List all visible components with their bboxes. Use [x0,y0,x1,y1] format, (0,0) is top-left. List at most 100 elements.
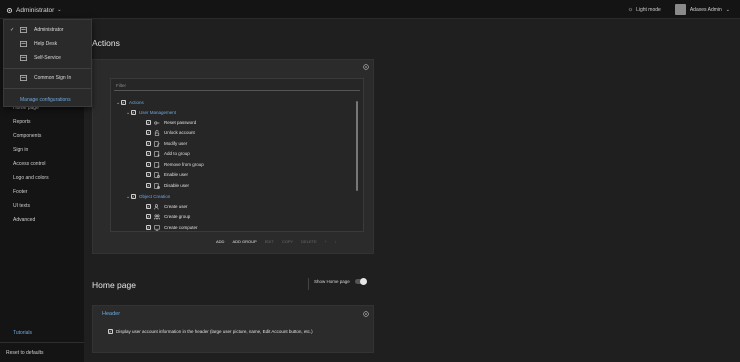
reset-to-defaults-button[interactable]: Reset to defaults [6,350,44,356]
sidebar-item-components[interactable]: Components [13,133,41,139]
app-switcher-button[interactable]: Administrator ⌄ [6,5,62,15]
delete-button[interactable]: DELETE [301,239,317,244]
tree-node-label: Actions [129,100,144,105]
checkbox-checked[interactable]: ✓ [121,100,126,105]
tree-node-label: Enable user [164,172,189,177]
sidebar-item-access-control[interactable]: Access control [13,161,46,167]
remove-from-group-icon [154,161,160,168]
disable-user-icon [154,182,160,189]
tree-leaf-create-computer[interactable]: ✓ Create computer [146,223,198,232]
menu-divider [4,68,91,69]
app-config-icon [20,27,27,33]
sidebar-item-advanced[interactable]: Advanced [13,217,35,223]
tree-node-label: Disable user [164,183,190,188]
toggle-divider [308,278,309,290]
edit-button[interactable]: EDIT [265,239,274,244]
user-menu[interactable]: Adaxes Admin ⌄ [674,4,730,15]
edit-user-icon [154,140,160,147]
filter-input[interactable]: Filter [114,80,360,91]
tree-leaf-create-user[interactable]: ✓ Create user [146,202,188,211]
checkbox-checked[interactable]: ✓ [146,141,151,146]
settings-icon[interactable] [363,64,369,70]
checkbox-checked[interactable]: ✓ [146,183,151,188]
display-user-info-label: Display user account information in the … [116,329,313,334]
tree-leaf-remove-from-group[interactable]: ✓ Remove from group [146,160,204,169]
menu-item-help-desk[interactable]: Help Desk [4,38,91,50]
sidebar-item-ui-texts[interactable]: UI texts [13,203,30,209]
checkbox-checked[interactable]: ✓ [146,162,151,167]
header-panel-title: Header [102,311,121,317]
light-mode-label: Light mode [636,6,661,13]
menu-item-self-service[interactable]: Self-Service [4,52,91,64]
tree-node-user-management[interactable]: ⌄ ✓ User Management [126,108,176,117]
checkmark-icon: ✓ [10,27,15,33]
gear-icon [6,7,13,13]
create-user-icon [154,203,159,209]
tree-leaf-reset-password[interactable]: ✓ Reset password [146,118,196,127]
sidebar-item-footer[interactable]: Footer [13,189,27,195]
unlock-icon [154,129,160,136]
tree-leaf-add-to-group[interactable]: ✓ Add to group [146,149,190,158]
tree-node-label: Remove from group [164,162,204,167]
sun-icon: ☼ [627,6,634,13]
tree-node-label: Create user [164,204,188,209]
settings-icon[interactable] [363,311,369,317]
copy-button[interactable]: COPY [282,239,293,244]
checkbox-checked[interactable]: ✓ [146,120,151,125]
checkbox-checked[interactable]: ✓ [146,151,151,156]
checkbox-checked[interactable]: ✓ [108,329,113,334]
tree-node-label: Unlock account [164,130,195,135]
tree-leaf-disable-user[interactable]: ✓ Disable user [146,181,189,190]
light-mode-toggle[interactable]: ☼ Light mode [628,7,661,13]
display-user-info-row[interactable]: ✓ Display user account information in th… [108,327,313,336]
tree-leaf-enable-user[interactable]: ✓ Enable user [146,170,188,179]
tutorials-link[interactable]: Tutorials [13,330,32,336]
app-config-icon [20,55,27,61]
checkbox-checked[interactable]: ✓ [131,194,136,199]
checkbox-checked[interactable]: ✓ [146,172,151,177]
home-page-section-title: Home page [92,280,136,290]
manage-configurations-link[interactable]: Manage configurations [20,97,71,103]
checkbox-checked[interactable]: ✓ [146,130,151,135]
tree-node-label: Add to group [164,151,190,156]
app-config-icon [20,75,27,81]
menu-item-label: Self-Service [34,55,61,61]
checkbox-checked[interactable]: ✓ [146,225,151,230]
checkbox-checked[interactable]: ✓ [131,110,136,115]
tree-leaf-modify-user[interactable]: ✓ Modify user [146,139,187,148]
top-bar: Administrator ⌄ ☼ Light mode Adaxes Admi… [0,0,740,19]
menu-item-label: Help Desk [34,41,58,47]
tree-node-actions[interactable]: ⌄ ✓ Actions [116,98,144,107]
move-down-button[interactable]: ↓ [335,239,337,244]
menu-item-administrator[interactable]: ✓ Administrator [4,24,91,36]
show-home-page-toggle-row: Show Home page [314,278,367,285]
menu-item-common-sign-in[interactable]: Common Sign In [4,72,91,84]
tree-node-label: Modify user [164,141,188,146]
chevron-down-icon: ⌄ [725,6,730,13]
create-computer-icon [154,224,160,231]
tree-node-label: Object Creation [139,194,171,199]
tree-node-object-creation[interactable]: ⌄ ✓ Object Creation [126,192,170,201]
move-up-button[interactable]: ↑ [325,239,327,244]
app-switcher-menu: ✓ Administrator Help Desk Self-Service C… [3,19,92,107]
sidebar-item-logo-and-colors[interactable]: Logo and colors [13,175,49,181]
add-button[interactable]: ADD [216,239,224,244]
actions-toolbar: ADD ADD GROUP EDIT COPY DELETE ↑ ↓ [216,237,337,245]
enable-user-icon [154,171,160,178]
tree-leaf-create-group[interactable]: ✓ Create group [146,212,190,221]
app-config-icon [20,41,27,47]
tree-leaf-unlock-account[interactable]: ✓ Unlock account [146,128,195,137]
sidebar-item-reports[interactable]: Reports [13,119,31,125]
checkbox-checked[interactable]: ✓ [146,204,151,209]
tree-scrollbar[interactable] [356,101,358,191]
menu-divider [4,88,91,89]
tree-node-label: Reset password [164,120,197,125]
menu-item-label: Common Sign In [34,75,72,81]
app-title: Administrator [16,6,55,14]
user-name: Adaxes Admin [689,6,722,13]
checkbox-checked[interactable]: ✓ [146,214,151,219]
add-group-button[interactable]: ADD GROUP [232,239,256,244]
avatar [674,4,686,15]
show-home-page-toggle[interactable] [354,278,367,285]
sidebar-item-sign-in[interactable]: Sign in [13,147,28,153]
